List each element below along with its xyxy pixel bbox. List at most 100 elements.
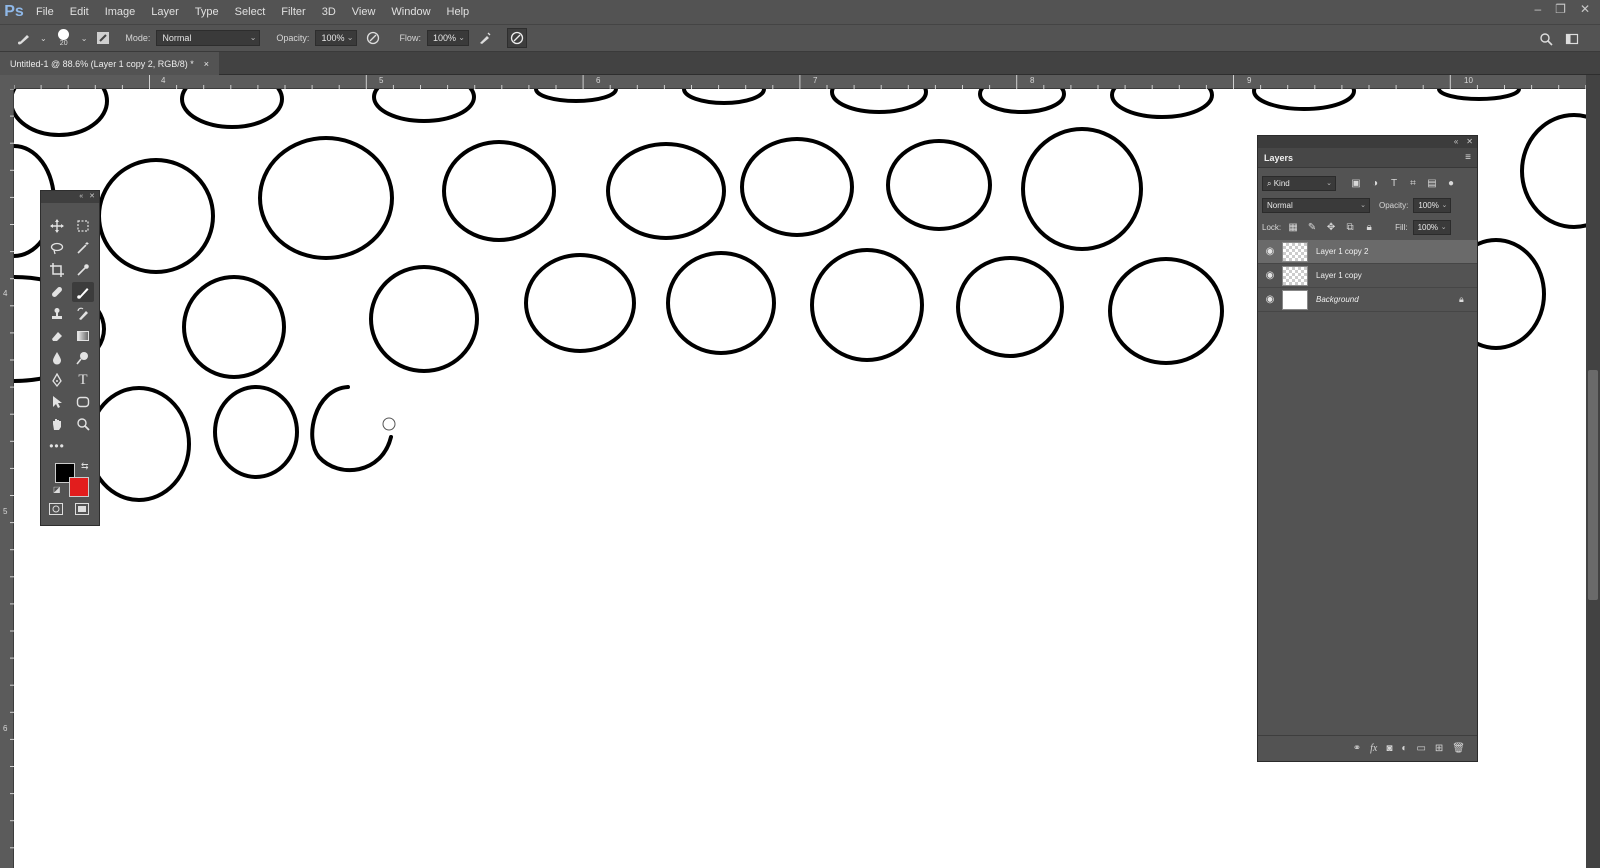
hand-icon[interactable] (46, 414, 68, 434)
menu-window[interactable]: Window (383, 0, 438, 24)
pressure-size-icon[interactable] (506, 28, 527, 48)
menu-3d[interactable]: 3D (314, 0, 344, 24)
filter-type-icon[interactable]: T (1387, 176, 1401, 190)
flow-input[interactable]: 100% ⌄ (426, 30, 469, 46)
menu-view[interactable]: View (344, 0, 384, 24)
marquee-icon[interactable] (72, 216, 94, 236)
filter-smart-object-icon[interactable]: ▤ (1425, 176, 1439, 190)
trash-icon[interactable]: 🗑︎ (1452, 743, 1465, 754)
mode-select[interactable]: Normal ⌄ (156, 30, 261, 46)
menu-type[interactable]: Type (187, 0, 227, 24)
menu-file[interactable]: File (28, 0, 62, 24)
visibility-eye-icon[interactable]: ◉ (1258, 246, 1282, 257)
magic-wand-icon[interactable] (72, 238, 94, 258)
ruler-top-label: 8 (1030, 76, 1035, 85)
layer-name: Layer 1 copy 2 (1316, 247, 1369, 256)
menu-select[interactable]: Select (227, 0, 274, 24)
flow-value: 100% (432, 33, 456, 43)
brush-icon[interactable] (72, 282, 94, 302)
folder-icon[interactable]: ▭ (1416, 743, 1425, 754)
path-select-icon[interactable] (46, 392, 68, 412)
visibility-eye-icon[interactable]: ◉ (1258, 270, 1282, 281)
gradient-icon[interactable] (72, 326, 94, 346)
chevron-down-icon: ⌄ (1440, 223, 1447, 231)
lock-pixels-icon[interactable]: ✎ (1305, 220, 1319, 234)
panel-menu-icon[interactable]: ≡ (1465, 152, 1471, 163)
fill-input[interactable]: 100% ⌄ (1412, 219, 1451, 235)
restore-icon[interactable]: ❐ (1555, 2, 1566, 16)
new-layer-icon[interactable]: ⊞ (1435, 743, 1443, 754)
link-icon[interactable]: ⚭ (1353, 743, 1361, 754)
menu-help[interactable]: Help (439, 0, 478, 24)
default-colors-icon[interactable]: ◪ (53, 485, 61, 494)
brush-tip-icon (58, 29, 70, 40)
pen-icon[interactable] (46, 370, 68, 390)
blur-icon[interactable] (46, 348, 68, 368)
lasso-icon[interactable] (46, 238, 68, 258)
layer-row[interactable]: ◉ Layer 1 copy 2 (1258, 240, 1477, 264)
zoom-icon[interactable] (72, 414, 94, 434)
close-icon[interactable]: ✕ (89, 191, 95, 203)
collapse-icon[interactable]: « (79, 191, 83, 203)
menu-filter[interactable]: Filter (273, 0, 313, 24)
fx-icon[interactable]: fx (1370, 743, 1377, 754)
collapse-icon[interactable]: « (1454, 136, 1458, 148)
lock-transparent-icon[interactable]: ▦ (1286, 220, 1300, 234)
dodge-icon[interactable] (72, 348, 94, 368)
menu-edit[interactable]: Edit (62, 0, 97, 24)
crop-icon[interactable] (46, 260, 68, 280)
opacity-input[interactable]: 100% ⌄ (315, 30, 358, 46)
pressure-opacity-icon[interactable] (363, 28, 383, 48)
type-icon[interactable]: T (72, 370, 94, 390)
workspace-icon[interactable] (1562, 29, 1582, 49)
shape-icon[interactable] (72, 392, 94, 412)
eyedropper-icon[interactable] (72, 260, 94, 280)
layer-row[interactable]: ◉ Layer 1 copy (1258, 264, 1477, 288)
brush-preset-icon[interactable] (14, 28, 34, 48)
close-tab-icon[interactable]: × (204, 59, 209, 69)
menu-layer[interactable]: Layer (143, 0, 187, 24)
lock-artboard-icon[interactable]: ⧉ (1343, 220, 1357, 234)
close-icon[interactable]: ✕ (1466, 136, 1473, 148)
airbrush-icon[interactable] (475, 28, 495, 48)
swap-colors-icon[interactable]: ⇆ (81, 461, 89, 472)
mask-icon[interactable]: ◙ (1386, 743, 1392, 754)
history-brush-icon[interactable] (72, 304, 94, 324)
brush-panel-icon[interactable] (93, 28, 113, 48)
layer-opacity-value: 100% (1418, 200, 1439, 210)
ruler-left-label: 4 (3, 289, 8, 298)
adjustment-icon[interactable]: ◐ (1401, 743, 1407, 754)
stamp-icon[interactable] (46, 304, 68, 324)
blend-mode-select[interactable]: Normal ⌄ (1262, 197, 1370, 213)
search-icon[interactable] (1536, 29, 1556, 49)
panel-strip[interactable]: «✕ (1258, 136, 1477, 148)
lock-position-icon[interactable]: ✥ (1324, 220, 1338, 234)
filter-kind-select[interactable]: ⌕ Kind ⌄ (1262, 175, 1336, 191)
scrollbar-thumb[interactable] (1588, 370, 1598, 600)
background-color-swatch[interactable] (69, 477, 89, 497)
menu-image[interactable]: Image (97, 0, 144, 24)
vertical-scrollbar[interactable] (1586, 75, 1600, 868)
brush-size-picker[interactable]: 20 (53, 29, 75, 47)
minimize-icon[interactable]: – (1534, 2, 1541, 16)
layer-row[interactable]: ◉ Background 🔒︎ (1258, 288, 1477, 312)
eraser-icon[interactable] (46, 326, 68, 346)
more-icon[interactable]: ••• (46, 436, 68, 456)
document-tab[interactable]: Untitled-1 @ 88.6% (Layer 1 copy 2, RGB/… (0, 52, 219, 75)
quick-mask-icon[interactable] (49, 503, 63, 518)
layers-tab[interactable]: Layers (1264, 153, 1293, 163)
close-icon[interactable]: ✕ (1580, 2, 1590, 16)
layer-opacity-label: Opacity: (1379, 200, 1409, 210)
healing-icon[interactable] (46, 282, 68, 302)
toolbox-header[interactable]: «✕ (41, 191, 99, 203)
move-icon[interactable] (46, 216, 68, 236)
options-bar: ⌄ 20 ⌄ Mode: Normal ⌄ Opacity: 100% ⌄ Flow… (0, 24, 1600, 52)
filter-adjustment-icon[interactable]: ◑ (1368, 176, 1382, 190)
filter-pixel-icon[interactable]: ▣ (1349, 176, 1363, 190)
filter-toggle-icon[interactable]: ● (1444, 176, 1458, 190)
filter-shape-icon[interactable]: ⌗ (1406, 176, 1420, 190)
lock-all-icon[interactable]: 🔒︎ (1362, 220, 1376, 234)
layer-opacity-input[interactable]: 100% ⌄ (1413, 197, 1452, 213)
screen-mode-icon[interactable] (75, 503, 89, 518)
visibility-eye-icon[interactable]: ◉ (1258, 294, 1282, 305)
